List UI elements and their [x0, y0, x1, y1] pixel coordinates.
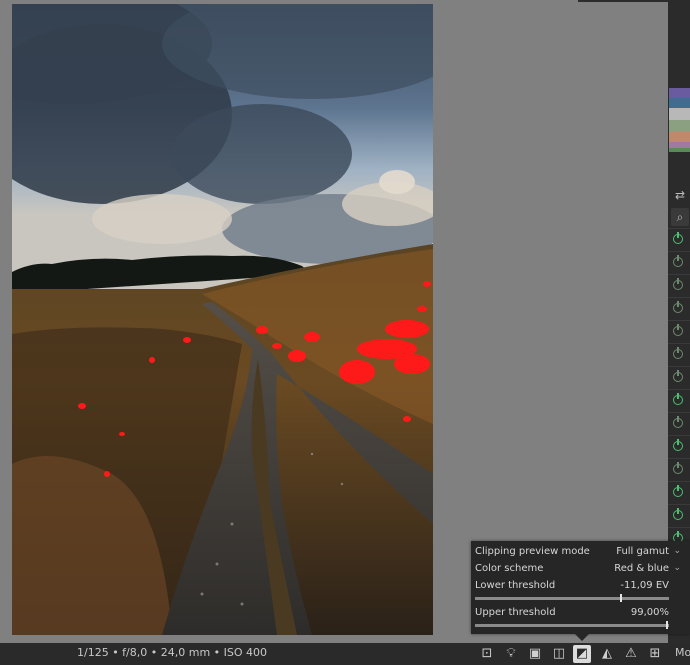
power-icon: [673, 232, 683, 244]
softproof-icon[interactable]: ◭: [598, 645, 616, 663]
lower-threshold-label: Lower threshold: [475, 580, 556, 591]
clipping-mode-label: Clipping preview mode: [475, 546, 590, 557]
upper-threshold-label: Upper threshold: [475, 607, 556, 618]
upper-threshold-slider[interactable]: [475, 621, 669, 629]
module-toggle[interactable]: [668, 435, 690, 458]
power-icon: [673, 462, 683, 474]
power-icon: [673, 485, 683, 497]
search-icon[interactable]: ⌕: [671, 208, 689, 226]
upper-threshold-row[interactable]: Upper threshold 99,00%: [475, 607, 685, 621]
power-icon: [673, 324, 683, 336]
exif-info: 1/125 • f/8,0 • 24,0 mm • ISO 400: [77, 646, 268, 659]
module-toggle[interactable]: [668, 274, 690, 297]
module-toggle[interactable]: [668, 389, 690, 412]
lower-threshold-row[interactable]: Lower threshold -11,09 EV: [475, 580, 685, 594]
module-toggle[interactable]: [668, 228, 690, 251]
clipping-mode-row[interactable]: Clipping preview mode Full gamut ⌄: [475, 546, 685, 560]
presets-icon[interactable]: ⇄: [671, 186, 689, 204]
power-icon: [673, 370, 683, 382]
display-profile-icon[interactable]: ◫: [550, 645, 568, 663]
power-icon: [673, 347, 683, 359]
module-toggle[interactable]: [668, 366, 690, 389]
module-toggle[interactable]: [668, 412, 690, 435]
histogram[interactable]: [669, 80, 690, 176]
lower-threshold-slider[interactable]: [475, 594, 669, 602]
color-scheme-value: Red & blue: [614, 563, 669, 574]
module-toggle[interactable]: [668, 320, 690, 343]
landscape-photo-icon: [12, 4, 433, 635]
clipping-mode-value: Full gamut: [616, 546, 669, 557]
power-icon: [673, 416, 683, 428]
power-icon: [673, 508, 683, 520]
focus-peaking-icon[interactable]: ⊡: [478, 645, 496, 663]
module-toggle[interactable]: [668, 504, 690, 527]
module-toggle[interactable]: [668, 297, 690, 320]
more-label: Mo: [675, 646, 690, 659]
module-toggle[interactable]: [668, 481, 690, 504]
module-toggle[interactable]: [668, 343, 690, 366]
gamut-check-icon[interactable]: ⚠: [622, 645, 640, 663]
module-toggle[interactable]: [668, 251, 690, 274]
color-scheme-label: Color scheme: [475, 563, 544, 574]
power-icon: [673, 439, 683, 451]
clipping-popup: Clipping preview mode Full gamut ⌄ Color…: [471, 541, 690, 634]
popup-pointer: [575, 634, 589, 641]
clipping-toggle-icon[interactable]: ◩: [573, 645, 591, 663]
power-icon: [673, 301, 683, 313]
color-scheme-row[interactable]: Color scheme Red & blue ⌄: [475, 563, 685, 577]
lower-threshold-value: -11,09 EV: [620, 580, 669, 591]
upper-threshold-value: 99,00%: [630, 607, 669, 618]
chevron-down-icon: ⌄: [673, 563, 681, 573]
power-icon: [673, 278, 683, 290]
power-icon: [673, 393, 683, 405]
lower-threshold-handle[interactable]: [620, 594, 622, 602]
bottom-status-bar: 1/125 • f/8,0 • 24,0 mm • ISO 400 ⊡ 💡︎ ▣…: [0, 643, 690, 665]
upper-threshold-handle[interactable]: [666, 621, 668, 629]
grid-icon[interactable]: ⊞: [646, 645, 664, 663]
photo-image: [12, 4, 433, 635]
chevron-down-icon: ⌄: [673, 546, 681, 556]
lightbulb-icon[interactable]: 💡︎: [502, 645, 520, 663]
film-strip-icon[interactable]: ▣: [526, 645, 544, 663]
histogram-graph-icon: [669, 80, 690, 176]
power-icon: [673, 255, 683, 267]
module-toggle[interactable]: [668, 458, 690, 481]
